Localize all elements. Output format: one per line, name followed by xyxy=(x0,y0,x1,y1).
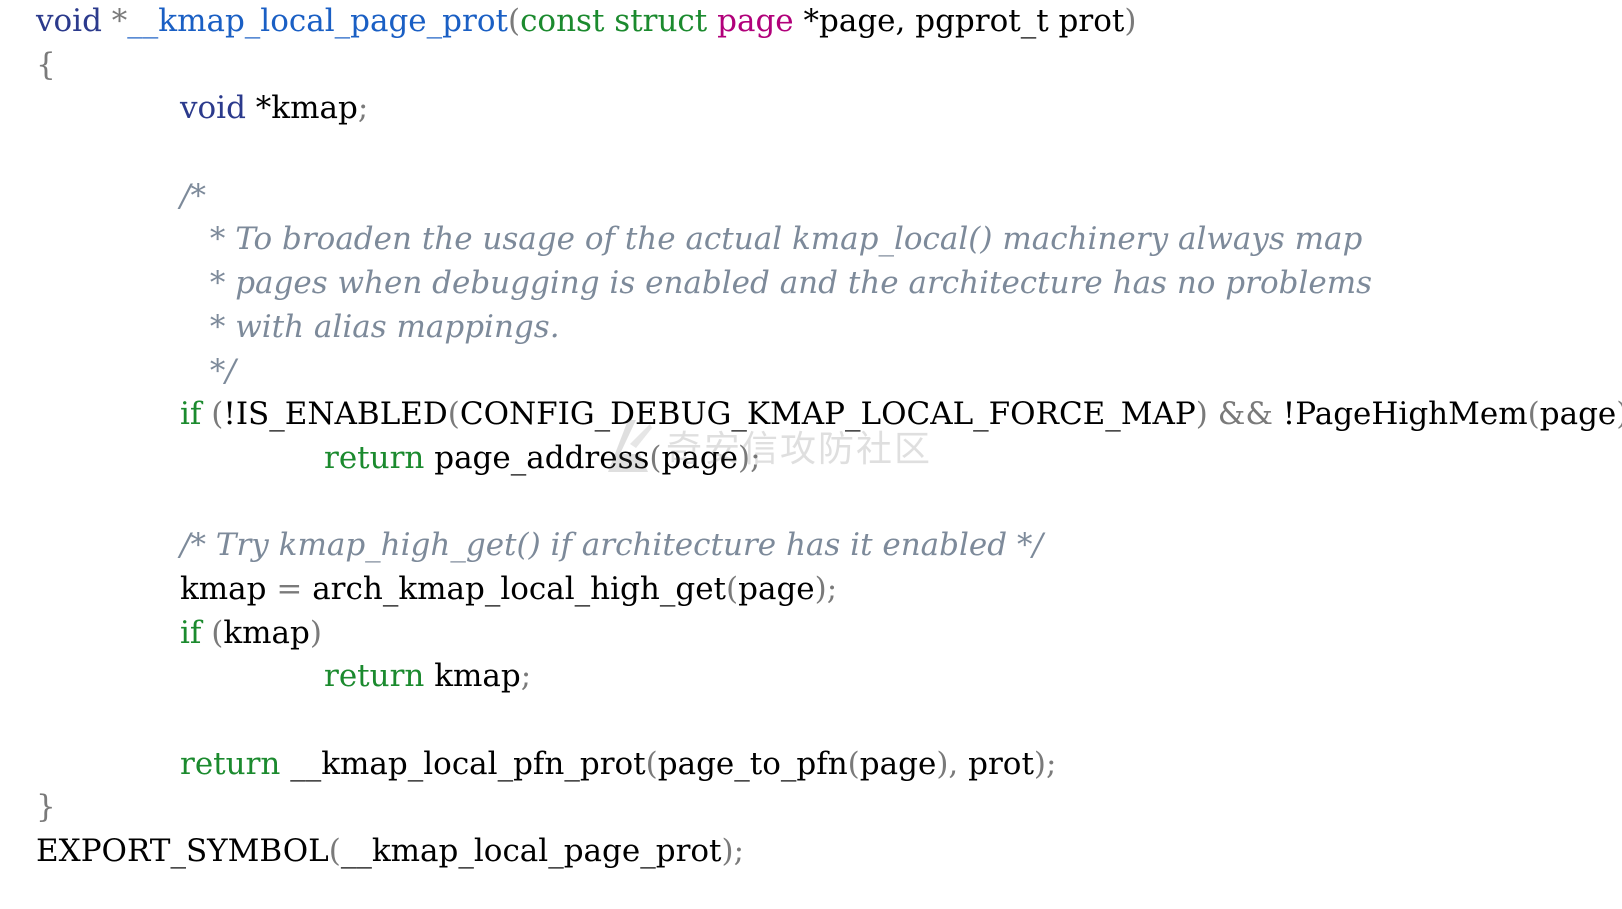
not-operator: ! xyxy=(223,396,236,433)
code-line-14: if (kmap) xyxy=(36,612,1616,656)
semicolon: ; xyxy=(357,90,369,127)
paren: ) xyxy=(309,614,322,651)
code-line-18: } xyxy=(36,786,1616,830)
paren: )) xyxy=(1616,396,1622,432)
code-line-19: EXPORT_SYMBOL(__kmap_local_page_prot); xyxy=(36,830,1616,874)
keyword-return: return xyxy=(324,439,425,476)
open-brace: { xyxy=(36,46,56,83)
code-line-3: void *kmap; xyxy=(36,87,1616,131)
code-line-1: void *__kmap_local_page_prot(const struc… xyxy=(36,0,1616,44)
code-line-13: kmap = arch_kmap_local_high_get(page); xyxy=(36,568,1616,612)
paren: ), xyxy=(936,745,969,782)
var-decl: *kmap xyxy=(245,90,358,127)
var-kmap: kmap xyxy=(223,614,310,651)
comment-line: * To broaden the usage of the actual kma… xyxy=(200,221,1363,258)
paren: ( xyxy=(847,745,860,782)
paren: ( xyxy=(726,570,739,607)
arg-page: page xyxy=(661,439,739,476)
keyword-void: void xyxy=(180,90,246,127)
arg-prot: prot xyxy=(968,745,1034,782)
comment-line: * pages when debugging is enabled and th… xyxy=(200,265,1373,302)
paren: ); xyxy=(1033,745,1057,782)
comment-line: /* Try kmap_high_get() if architecture h… xyxy=(180,527,1043,564)
comment-line: * with alias mappings. xyxy=(200,308,560,345)
param-prot: prot xyxy=(1048,3,1125,39)
paren: ( xyxy=(201,614,224,651)
keyword-struct: struct xyxy=(614,3,708,39)
keyword-const: const xyxy=(520,3,605,39)
code-line-2: { xyxy=(36,44,1616,88)
macro-export-symbol: EXPORT_SYMBOL xyxy=(36,833,329,870)
arg-page: page xyxy=(738,570,815,607)
code-line-17: return __kmap_local_pfn_prot(page_to_pfn… xyxy=(36,743,1616,787)
var-kmap: kmap xyxy=(424,658,521,695)
function-name: __kmap_local_page_prot xyxy=(127,3,508,39)
keyword-if: if xyxy=(180,614,202,651)
paren: ( xyxy=(649,439,662,476)
paren: ( xyxy=(447,396,460,433)
pointer-star: * xyxy=(101,3,128,39)
keyword-return: return xyxy=(324,658,425,695)
var-kmap: kmap xyxy=(180,570,267,607)
paren: ); xyxy=(814,570,838,607)
param-page: *page, xyxy=(793,3,916,39)
function-call: arch_kmap_local_high_get xyxy=(312,570,727,607)
assign-operator: = xyxy=(266,570,313,607)
keyword-void: void xyxy=(36,3,102,39)
not-operator: ! xyxy=(1282,396,1296,433)
function-call: page_to_pfn xyxy=(657,745,848,782)
code-line-9: if (!IS_ENABLED(CONFIG_DEBUG_KMAP_LOCAL_… xyxy=(36,393,1622,437)
comment-line: */ xyxy=(200,352,236,389)
macro-is-enabled: IS_ENABLED xyxy=(235,396,448,433)
paren: ( xyxy=(507,3,521,39)
keyword-return: return xyxy=(180,745,281,782)
arg-page: page xyxy=(1539,396,1617,433)
arg-page: page xyxy=(859,745,937,782)
paren: ( xyxy=(1527,396,1540,433)
paren: ( xyxy=(645,745,658,782)
close-brace: } xyxy=(36,789,56,826)
type-pgprot: pgprot_t xyxy=(915,3,1049,39)
keyword-if: if xyxy=(180,396,202,433)
code-block: void *__kmap_local_page_prot(const struc… xyxy=(36,0,1622,874)
paren: ( xyxy=(201,396,224,433)
operator-and: ) && xyxy=(1195,396,1283,433)
function-call: __kmap_local_pfn_prot xyxy=(280,745,646,782)
type-page: page xyxy=(717,3,794,39)
paren: ( xyxy=(328,833,341,870)
paren: ); xyxy=(738,439,761,476)
comment-line: /* xyxy=(180,177,206,214)
arg-symbol: __kmap_local_page_prot xyxy=(340,833,722,870)
semicolon: ; xyxy=(520,658,532,695)
config-name: CONFIG_DEBUG_KMAP_LOCAL_FORCE_MAP xyxy=(459,396,1196,433)
function-call: PageHighMem xyxy=(1295,396,1528,433)
code-line-10: return page_address(page); xyxy=(36,437,1616,481)
paren: ) xyxy=(1124,3,1137,39)
paren: ); xyxy=(721,833,745,870)
code-line-15: return kmap; xyxy=(36,655,1616,699)
function-call: page_address xyxy=(424,439,650,476)
